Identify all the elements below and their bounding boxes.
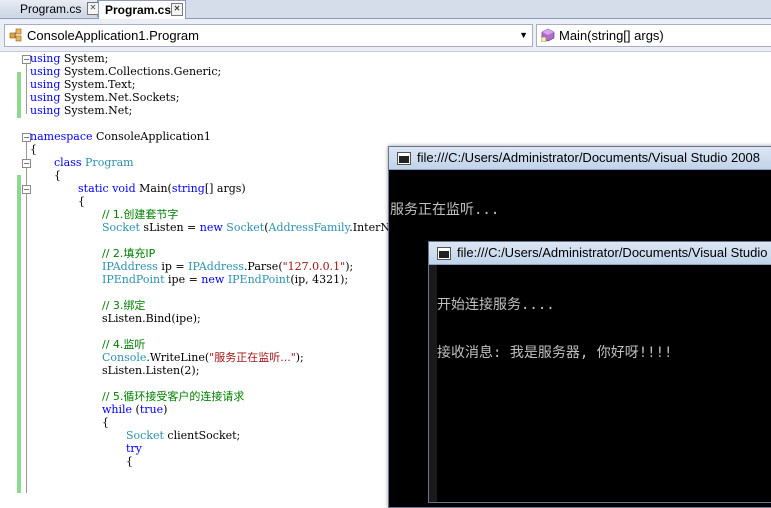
code-comment: // 4.监听: [102, 338, 146, 351]
scrollbar[interactable]: [429, 265, 437, 502]
changed-lines-marker: [17, 72, 21, 118]
console-line: 接收消息: 我是服务器, 你好呀!!!!: [437, 345, 673, 361]
code-line: IPAddress ip = IPAddress.Parse("127.0.0.…: [102, 260, 354, 273]
document-tab-strip: Program.cs ✕ Program.cs ✕: [0, 0, 771, 19]
code-line: {: [30, 143, 37, 156]
code-comment: // 3.绑定: [102, 299, 146, 312]
member-dropdown[interactable]: Main(string[] args): [536, 24, 771, 47]
code-line: Console.WriteLine("服务正在监听...");: [102, 351, 304, 364]
code-comment: // 5.循环接受客户的连接请求: [102, 390, 245, 403]
class-dropdown[interactable]: ConsoleApplication1.Program ▼: [4, 24, 533, 47]
code-comment: // 2.填充IP: [102, 247, 156, 260]
code-comment: // 1.创建套节字: [102, 208, 179, 221]
tab-label: Program.cs: [20, 2, 82, 16]
code-line: {: [102, 416, 109, 429]
method-icon: [541, 28, 555, 42]
console-output: 开始连接服务.... 接收消息: 我是服务器, 你好呀!!!!: [437, 265, 771, 502]
code-line: sListen.Listen(2);: [102, 364, 200, 377]
code-line: using System.Collections.Generic;: [30, 65, 222, 78]
console-line: 开始连接服务....: [437, 297, 555, 313]
code-line: while (true): [102, 403, 168, 416]
code-line: using System.Text;: [30, 78, 136, 91]
tab-label: Program.cs: [105, 3, 172, 17]
console-title-bar[interactable]: file:///C:/Users/Administrator/Documents…: [429, 242, 771, 265]
class-dropdown-value: ConsoleApplication1.Program: [27, 28, 199, 43]
member-dropdown-value: Main(string[] args): [559, 28, 664, 43]
console-title: file:///C:/Users/Administrator/Documents…: [457, 245, 768, 260]
code-line: using System;: [30, 52, 109, 65]
code-line: try: [126, 442, 142, 455]
console-line: 服务正在监听...: [390, 202, 500, 218]
chevron-down-icon[interactable]: ▼: [519, 25, 528, 46]
navigation-bar: ConsoleApplication1.Program ▼ Main(strin…: [0, 19, 771, 52]
code-line: {: [126, 455, 133, 468]
code-line: class Program: [54, 156, 134, 169]
code-line: Socket clientSocket;: [126, 429, 241, 442]
editor-gutter: [0, 52, 18, 493]
code-line: {: [54, 169, 61, 182]
code-line: namespace ConsoleApplication1: [30, 130, 211, 143]
changed-lines-marker: [17, 175, 21, 493]
class-icon: [9, 28, 22, 42]
code-line: sListen.Bind(ipe);: [102, 312, 201, 325]
code-line: IPEndPoint ipe = new IPEndPoint(ip, 4321…: [102, 273, 349, 286]
tab-program-cs-active[interactable]: Program.cs ✕: [98, 0, 186, 19]
tab-program-cs-inactive[interactable]: Program.cs ✕: [0, 0, 99, 17]
outline-line: [26, 142, 27, 493]
console-icon: [437, 247, 451, 260]
outline-line: [26, 64, 27, 114]
console-window-client[interactable]: file:///C:/Users/Administrator/Documents…: [428, 241, 771, 503]
code-line: Socket sListen = new Socket(AddressFamil…: [102, 221, 390, 234]
close-icon[interactable]: ✕: [171, 3, 183, 16]
console-title-bar[interactable]: file:///C:/Users/Administrator/Documents…: [389, 147, 771, 170]
code-line: using System.Net.Sockets;: [30, 91, 180, 104]
code-line: using System.Net;: [30, 104, 133, 117]
code-line: {: [78, 195, 85, 208]
code-line: static void Main(string[] args): [78, 182, 246, 195]
console-icon: [397, 152, 411, 165]
code-text: using System; using System.Collections.G…: [30, 52, 390, 494]
console-title: file:///C:/Users/Administrator/Documents…: [417, 150, 760, 165]
